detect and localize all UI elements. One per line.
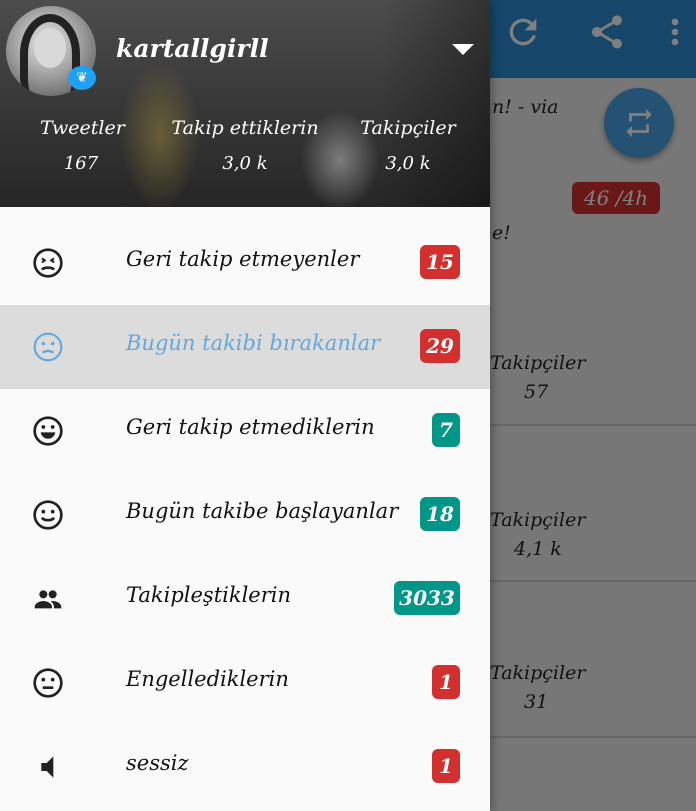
volume-mute-icon [41,756,54,778]
happy-face-icon [33,416,63,446]
menu-item-not-following-back[interactable]: Geri takip etmeyenler 15 [0,221,490,305]
neutral-face-icon [33,668,63,698]
twitter-bird-icon: ❦ [68,66,96,90]
navigation-drawer: ❦ kartallgirll Tweetler 167 Takip ettikl… [0,0,490,811]
menu-item-label: Engellediklerin [126,667,289,691]
menu-item-label: Geri takip etmeyenler [126,247,360,271]
profile-header: ❦ kartallgirll Tweetler 167 Takip ettikl… [0,0,490,207]
menu-item-label: Bugün takibe başlayanlar [126,499,399,523]
frown-face-icon [33,332,63,362]
stat-label: Tweetler [40,117,125,139]
account-dropdown-icon[interactable] [452,44,474,55]
menu-item-followed-today[interactable]: Bugün takibe başlayanlar 18 [0,473,490,557]
stat-label: Takipçiler [360,117,456,139]
count-badge: 3033 [394,581,460,615]
count-badge: 15 [420,245,460,279]
count-badge: 29 [420,329,460,363]
menu-item-blocked[interactable]: Engellediklerin 1 [0,641,490,725]
avatar-face [34,28,66,68]
smile-face-icon [33,500,63,530]
stat-tweets[interactable]: Tweetler 167 [40,117,125,174]
stat-value: 3,0 k [385,153,431,174]
header-background-decoration [380,0,490,207]
people-icon [34,590,62,609]
menu-item-label: Geri takip etmediklerin [126,415,375,439]
count-badge: 7 [432,413,460,447]
username: kartallgirll [116,34,269,63]
menu-item-label: Bugün takibi bırakanlar [126,331,381,355]
stat-value: 167 [63,153,99,174]
menu-item-label: sessiz [126,751,189,775]
stat-followers[interactable]: Takipçiler 3,0 k [360,117,456,174]
count-badge: 1 [432,665,460,699]
count-badge: 18 [420,497,460,531]
menu-item-label: Takipleştiklerin [126,583,292,607]
menu-item-muted[interactable]: sessiz 1 [0,725,490,809]
stat-label: Takip ettiklerin [171,117,319,139]
sad-face-icon [33,248,63,278]
menu-item-unfollowed-today[interactable]: Bugün takibi bırakanlar 29 [0,305,490,389]
count-badge: 1 [432,749,460,783]
drawer-menu: Geri takip etmeyenler 15 Bugün takibi bı… [0,221,490,809]
stat-value: 3,0 k [222,153,268,174]
menu-item-mutual-followers[interactable]: Takipleştiklerin 3033 [0,557,490,641]
stat-following[interactable]: Takip ettiklerin 3,0 k [170,117,320,174]
menu-item-not-followed-back[interactable]: Geri takip etmediklerin 7 [0,389,490,473]
